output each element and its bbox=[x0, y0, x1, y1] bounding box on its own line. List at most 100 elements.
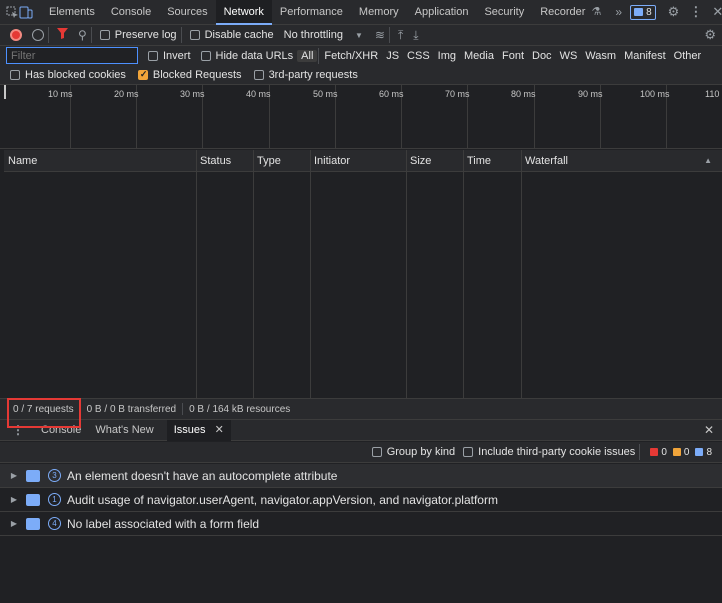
divider bbox=[90, 27, 92, 43]
filter-funnel-icon[interactable] bbox=[57, 28, 68, 42]
has-blocked-cookies-checkbox[interactable] bbox=[10, 70, 20, 80]
filter-type-ws[interactable]: WS bbox=[556, 50, 582, 62]
timeline-tick-label: 50 ms bbox=[313, 89, 338, 99]
drawer-tab-whats-new[interactable]: What's New bbox=[88, 420, 160, 441]
search-icon[interactable]: ⚲ bbox=[78, 28, 87, 42]
drawer-tab-issues[interactable]: Issues ✕ bbox=[166, 419, 231, 441]
column-header-status[interactable]: Status bbox=[196, 150, 231, 172]
expand-arrow-icon[interactable]: ▶ bbox=[6, 471, 22, 480]
filter-type-js[interactable]: JS bbox=[382, 50, 403, 62]
error-icon bbox=[650, 448, 659, 456]
inspect-element-icon[interactable] bbox=[6, 6, 19, 19]
drawer-menu-icon[interactable]: ⋮ bbox=[12, 423, 24, 437]
column-header-name[interactable]: Name bbox=[4, 150, 37, 172]
more-options-icon[interactable]: ⋮ bbox=[689, 4, 702, 20]
more-tabs-icon[interactable]: » bbox=[615, 5, 622, 19]
tab-security[interactable]: Security bbox=[476, 0, 532, 25]
filter-type-all[interactable]: All bbox=[297, 50, 318, 62]
settings-gear-icon[interactable]: ⚙ bbox=[668, 4, 680, 20]
export-har-icon[interactable]: ⤓ bbox=[413, 28, 418, 43]
issue-row[interactable]: ▶ 3 An element doesn't have an autocompl… bbox=[0, 464, 722, 488]
clear-icon[interactable] bbox=[32, 29, 44, 41]
column-header-size[interactable]: Size bbox=[406, 150, 431, 172]
issues-badge[interactable]: 8 bbox=[630, 4, 656, 20]
column-divider[interactable] bbox=[310, 150, 311, 398]
include-third-party-checkbox[interactable] bbox=[463, 447, 474, 457]
timeline-overview[interactable]: 10 ms 20 ms 30 ms 40 ms 50 ms 60 ms 70 m… bbox=[0, 85, 722, 149]
filter-type-font[interactable]: Font bbox=[498, 50, 528, 62]
column-header-initiator[interactable]: Initiator bbox=[310, 150, 350, 172]
preserve-log-checkbox[interactable] bbox=[99, 30, 110, 40]
close-tab-icon[interactable]: ✕ bbox=[215, 424, 224, 436]
filter-type-doc[interactable]: Doc bbox=[528, 50, 556, 62]
requests-table-header: Name Status Type Initiator Size Time Wat… bbox=[4, 150, 722, 172]
devtools-tab-bar: Elements Console Sources Network Perform… bbox=[0, 0, 722, 25]
tab-network[interactable]: Network bbox=[215, 0, 272, 25]
issue-message-icon bbox=[26, 493, 40, 506]
disable-cache-label: Disable cache bbox=[204, 29, 274, 41]
divider bbox=[318, 48, 320, 64]
device-toolbar-icon[interactable] bbox=[19, 6, 33, 19]
third-party-requests-checkbox[interactable] bbox=[253, 70, 264, 80]
info-count-value: 8 bbox=[706, 446, 712, 458]
throttling-value: No throttling bbox=[283, 29, 343, 41]
close-drawer-icon[interactable]: ✕ bbox=[704, 423, 714, 437]
blocked-filter-bar: Has blocked cookies Blocked Requests 3rd… bbox=[0, 66, 722, 85]
drawer-tab-bar: ⋮ Console What's New Issues ✕ ✕ bbox=[0, 419, 722, 441]
tab-performance[interactable]: Performance bbox=[272, 0, 351, 25]
network-settings-icon[interactable]: ⚙ bbox=[704, 27, 716, 43]
filter-type-other[interactable]: Other bbox=[670, 50, 706, 62]
sort-ascending-icon[interactable]: ▲ bbox=[704, 156, 712, 165]
blocked-requests-checkbox[interactable] bbox=[137, 69, 148, 80]
tab-sources[interactable]: Sources bbox=[159, 0, 215, 25]
has-blocked-cookies-label: Has blocked cookies bbox=[25, 69, 126, 81]
timeline-tick-label: 10 ms bbox=[48, 89, 73, 99]
expand-arrow-icon[interactable]: ▶ bbox=[6, 495, 22, 504]
invert-checkbox[interactable] bbox=[148, 51, 158, 61]
divider bbox=[180, 27, 182, 43]
timeline-tick-label: 70 ms bbox=[445, 89, 470, 99]
tab-console[interactable]: Console bbox=[103, 0, 159, 25]
drawer-tab-console[interactable]: Console bbox=[34, 420, 88, 441]
disable-cache-checkbox[interactable] bbox=[189, 30, 200, 40]
drawer-tab-issues-label: Issues bbox=[173, 423, 206, 436]
hide-data-urls-checkbox[interactable] bbox=[200, 51, 211, 61]
column-divider[interactable] bbox=[521, 150, 522, 398]
timeline-tick-label: 80 ms bbox=[511, 89, 536, 99]
tab-application[interactable]: Application bbox=[407, 0, 477, 25]
include-third-party-label: Include third-party cookie issues bbox=[478, 446, 636, 458]
filter-type-img[interactable]: Img bbox=[434, 50, 460, 62]
filter-type-wasm[interactable]: Wasm bbox=[581, 50, 620, 62]
column-header-type[interactable]: Type bbox=[253, 150, 281, 172]
network-conditions-icon[interactable]: ≋ bbox=[375, 28, 385, 42]
filter-type-css[interactable]: CSS bbox=[403, 50, 434, 62]
column-divider[interactable] bbox=[253, 150, 254, 398]
filter-type-manifest[interactable]: Manifest bbox=[620, 50, 670, 62]
filter-type-fetch-xhr[interactable]: Fetch/XHR bbox=[320, 50, 382, 62]
tab-memory[interactable]: Memory bbox=[351, 0, 407, 25]
column-divider[interactable] bbox=[406, 150, 407, 398]
import-har-icon[interactable]: ⤒ bbox=[398, 28, 403, 43]
record-icon[interactable] bbox=[10, 29, 22, 41]
tab-elements[interactable]: Elements bbox=[41, 0, 103, 25]
expand-arrow-icon[interactable]: ▶ bbox=[6, 519, 22, 528]
blocked-requests-label: Blocked Requests bbox=[152, 69, 242, 81]
info-icon bbox=[695, 448, 704, 456]
group-by-kind-checkbox[interactable] bbox=[371, 447, 382, 457]
filter-type-media[interactable]: Media bbox=[460, 50, 498, 62]
timeline-tick-label: 30 ms bbox=[180, 89, 205, 99]
column-divider[interactable] bbox=[463, 150, 464, 398]
close-devtools-icon[interactable]: ✕ bbox=[712, 4, 722, 20]
column-header-waterfall[interactable]: Waterfall bbox=[521, 150, 568, 172]
column-divider[interactable] bbox=[196, 150, 197, 398]
issue-row[interactable]: ▶ 4 No label associated with a form fiel… bbox=[0, 512, 722, 536]
throttling-select[interactable]: No throttling ▼ bbox=[284, 29, 363, 41]
issue-row[interactable]: ▶ 1 Audit usage of navigator.userAgent, … bbox=[0, 488, 722, 512]
issues-toolbar: Group by kind Include third-party cookie… bbox=[0, 442, 722, 463]
group-by-kind-label: Group by kind bbox=[386, 446, 456, 458]
requests-count: 0 / 7 requests bbox=[13, 403, 74, 415]
filter-input[interactable] bbox=[6, 47, 138, 64]
column-header-time[interactable]: Time bbox=[463, 150, 491, 172]
warning-count-value: 0 bbox=[683, 446, 690, 458]
tab-recorder[interactable]: Recorder ⚗ bbox=[532, 0, 609, 25]
